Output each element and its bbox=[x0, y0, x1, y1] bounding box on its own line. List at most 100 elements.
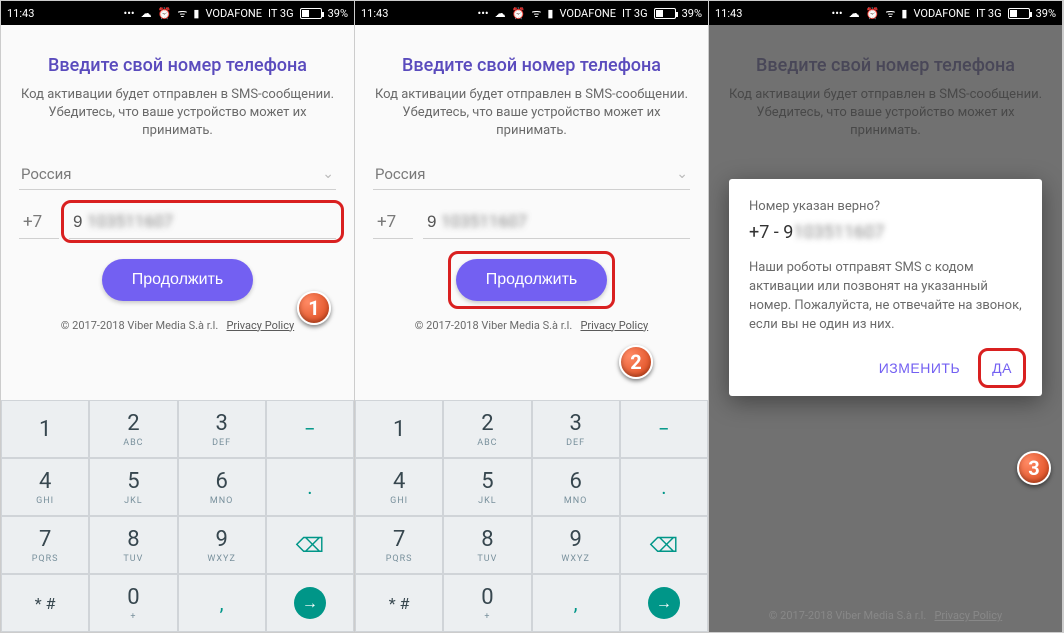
cloud-icon: ☁ bbox=[141, 7, 152, 20]
confirm-dialog: Номер указан верно? +7 - 9103511607 Наши… bbox=[729, 179, 1042, 396]
step-badge-1: 1 bbox=[297, 291, 331, 325]
network-label: IT 3G bbox=[976, 7, 1002, 20]
step-badge-2: 2 bbox=[619, 345, 653, 379]
done-icon: → bbox=[648, 587, 680, 619]
copyright: © 2017-2018 Viber Media S.à r.l. bbox=[769, 609, 926, 622]
footer: © 2017-2018 Viber Media S.à r.l. Privacy… bbox=[19, 319, 336, 332]
copyright: © 2017-2018 Viber Media S.à r.l. bbox=[61, 319, 218, 332]
key-done[interactable]: → bbox=[620, 574, 708, 632]
key-backspace[interactable]: ⌫ bbox=[620, 516, 708, 574]
signal-icon: ▮ bbox=[547, 7, 553, 20]
cloud-icon: ☁ bbox=[849, 7, 860, 20]
continue-button[interactable]: Продолжить bbox=[456, 259, 607, 301]
key-5[interactable]: 5JKL bbox=[443, 458, 531, 516]
carrier-label: VODAFONE bbox=[205, 7, 262, 20]
phone-input-row: +7 103511607 bbox=[373, 206, 690, 239]
country-selector[interactable]: Россия ⌄ bbox=[373, 159, 690, 190]
privacy-link[interactable]: Privacy Policy bbox=[226, 319, 294, 332]
key-0[interactable]: 0+ bbox=[89, 574, 177, 632]
main-content: Введите свой номер телефона Код активаци… bbox=[1, 25, 354, 340]
key-dot[interactable]: . bbox=[620, 458, 708, 516]
phone-number-rest: 103511607 bbox=[441, 212, 527, 232]
continue-button[interactable]: Продолжить bbox=[102, 259, 253, 301]
alarm-icon: ⏰ bbox=[866, 7, 880, 20]
battery-percent: 39% bbox=[328, 7, 348, 20]
chevron-down-icon: ⌄ bbox=[676, 166, 688, 182]
signal-icon: ▮ bbox=[193, 7, 199, 20]
sync-icon: ••• bbox=[124, 7, 135, 20]
phone-screen-1: 11:43 ••• ☁ ⏰ ᯤ ▮ VODAFONE IT 3G 39% Вве… bbox=[1, 1, 355, 632]
page-subtitle: Код активации будет отправлен в SMS-сооб… bbox=[373, 86, 690, 141]
country-label: Россия bbox=[375, 165, 426, 183]
status-bar: 11:43 ••• ☁ ⏰ ᯤ ▮ VODAFONE IT 3G 39% bbox=[1, 1, 354, 25]
status-bar: 11:43 ••• ☁ ⏰ ᯤ ▮ VODAFONE IT 3G 39% bbox=[709, 1, 1062, 25]
key-star-hash[interactable]: * # bbox=[355, 574, 443, 632]
step-badge-3: 3 bbox=[1017, 451, 1051, 485]
country-prefix: +7 bbox=[373, 206, 413, 239]
key-8[interactable]: 8TUV bbox=[443, 516, 531, 574]
key-7[interactable]: 7PQRS bbox=[355, 516, 443, 574]
key-4[interactable]: 4GHI bbox=[355, 458, 443, 516]
carrier-label: VODAFONE bbox=[559, 7, 616, 20]
key-9[interactable]: 9WXYZ bbox=[532, 516, 620, 574]
country-selector[interactable]: Россия ⌄ bbox=[19, 159, 336, 190]
key-9[interactable]: 9WXYZ bbox=[178, 516, 266, 574]
key-backspace[interactable]: ⌫ bbox=[266, 516, 354, 574]
key-minus[interactable]: − bbox=[620, 400, 708, 458]
keypad: 1 2ABC 3DEF − 4GHI 5JKL 6MNO . 7PQRS 8TU… bbox=[355, 400, 708, 632]
dialog-number: +7 - 9103511607 bbox=[749, 222, 1022, 243]
copyright: © 2017-2018 Viber Media S.à r.l. bbox=[415, 319, 572, 332]
key-4[interactable]: 4GHI bbox=[1, 458, 89, 516]
phone-screen-3: 11:43 ••• ☁ ⏰ ᯤ ▮ VODAFONE IT 3G 39% Вве… bbox=[709, 1, 1063, 632]
alarm-icon: ⏰ bbox=[158, 7, 172, 20]
country-prefix: +7 bbox=[19, 206, 59, 239]
dialog-change-button[interactable]: ИЗМЕНИТЬ bbox=[869, 352, 970, 384]
phone-input-row: +7 103511607 bbox=[19, 206, 336, 239]
privacy-link[interactable]: Privacy Policy bbox=[580, 319, 648, 332]
key-5[interactable]: 5JKL bbox=[89, 458, 177, 516]
dialog-yes-button[interactable]: ДА bbox=[982, 352, 1022, 384]
key-comma[interactable]: , bbox=[532, 574, 620, 632]
battery-percent: 39% bbox=[1036, 7, 1056, 20]
page-subtitle: Код активации будет отправлен в SMS-сооб… bbox=[19, 86, 336, 141]
key-2[interactable]: 2ABC bbox=[89, 400, 177, 458]
wifi-icon: ᯤ bbox=[177, 6, 187, 21]
key-7[interactable]: 7PQRS bbox=[1, 516, 89, 574]
keypad: 1 2ABC 3DEF − 4GHI 5JKL 6MNO . 7PQRS 8TU… bbox=[1, 400, 354, 632]
key-6[interactable]: 6MNO bbox=[532, 458, 620, 516]
dialog-actions: ИЗМЕНИТЬ ДА bbox=[749, 352, 1022, 384]
chevron-down-icon: ⌄ bbox=[322, 166, 334, 182]
key-2[interactable]: 2ABC bbox=[443, 400, 531, 458]
privacy-link[interactable]: Privacy Policy bbox=[934, 609, 1002, 622]
alarm-icon: ⏰ bbox=[512, 7, 526, 20]
key-comma[interactable]: , bbox=[178, 574, 266, 632]
footer: © 2017-2018 Viber Media S.à r.l. Privacy… bbox=[709, 609, 1062, 622]
wifi-icon: ᯤ bbox=[531, 6, 541, 21]
key-dot[interactable]: . bbox=[266, 458, 354, 516]
key-1[interactable]: 1 bbox=[1, 400, 89, 458]
key-minus[interactable]: − bbox=[266, 400, 354, 458]
page-title: Введите свой номер телефона bbox=[19, 55, 336, 76]
key-3[interactable]: 3DEF bbox=[532, 400, 620, 458]
carrier-label: VODAFONE bbox=[913, 7, 970, 20]
page-title: Введите свой номер телефона bbox=[373, 55, 690, 76]
status-time: 11:43 bbox=[361, 7, 388, 20]
key-done[interactable]: → bbox=[266, 574, 354, 632]
country-label: Россия bbox=[21, 165, 72, 183]
status-time: 11:43 bbox=[7, 7, 34, 20]
battery-icon bbox=[654, 8, 676, 19]
key-3[interactable]: 3DEF bbox=[178, 400, 266, 458]
key-0[interactable]: 0+ bbox=[443, 574, 531, 632]
key-8[interactable]: 8TUV bbox=[89, 516, 177, 574]
key-star-hash[interactable]: * # bbox=[1, 574, 89, 632]
battery-icon bbox=[300, 8, 322, 19]
wifi-icon: ᯤ bbox=[885, 6, 895, 21]
sync-icon: ••• bbox=[832, 7, 843, 20]
backspace-icon: ⌫ bbox=[296, 533, 324, 557]
key-6[interactable]: 6MNO bbox=[178, 458, 266, 516]
network-label: IT 3G bbox=[268, 7, 294, 20]
phone-number-rest: 103511607 bbox=[87, 212, 173, 232]
status-bar: 11:43 ••• ☁ ⏰ ᯤ ▮ VODAFONE IT 3G 39% bbox=[355, 1, 708, 25]
signal-icon: ▮ bbox=[901, 7, 907, 20]
key-1[interactable]: 1 bbox=[355, 400, 443, 458]
